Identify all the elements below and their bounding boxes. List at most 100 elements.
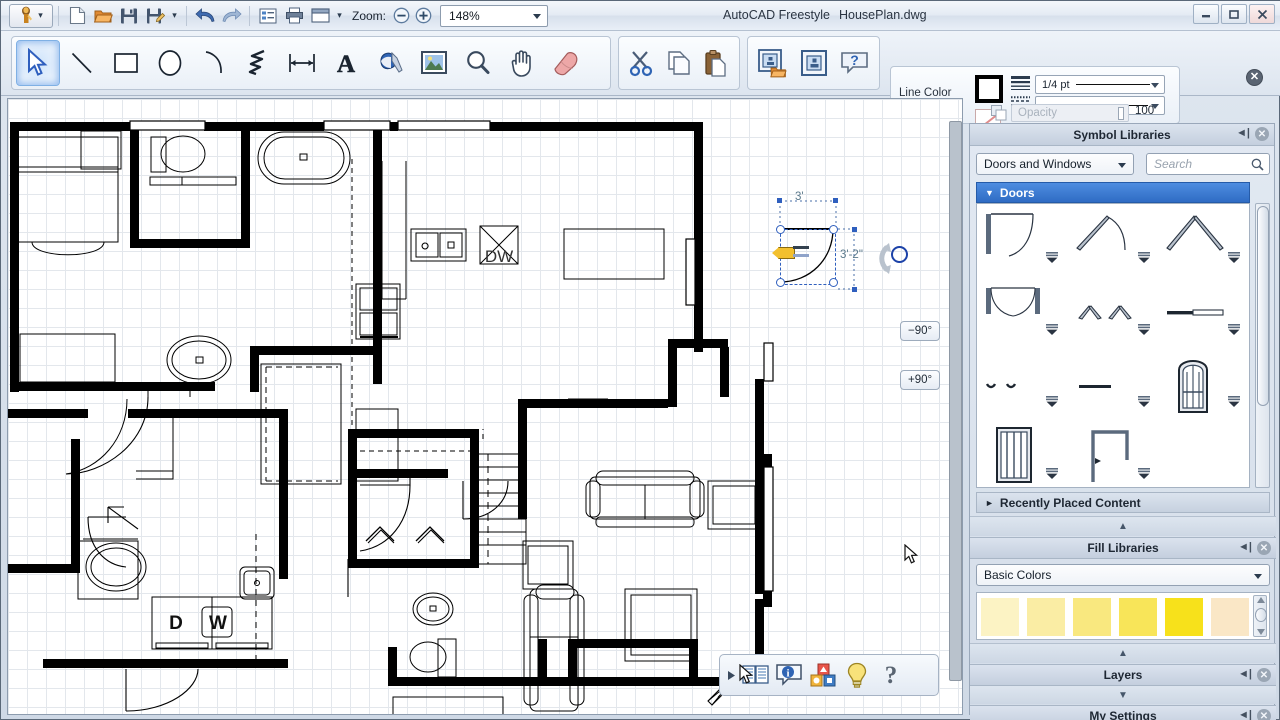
ellipse-tool[interactable] (148, 40, 192, 86)
flat-opening-dropdown[interactable] (1137, 396, 1151, 407)
cased-opening-dropdown[interactable] (1045, 396, 1059, 407)
close-symbol-libraries-button[interactable]: ✕ (1255, 127, 1269, 141)
paste-button[interactable] (698, 40, 735, 86)
layout-dropdown[interactable]: ▾ (333, 4, 346, 28)
fill-panel-scroll-up[interactable]: ▲ (970, 643, 1276, 663)
doors-category-header[interactable]: ▼ Doors (976, 182, 1250, 203)
rectangle-tool[interactable] (104, 40, 148, 86)
minimize-button[interactable] (1193, 4, 1219, 24)
symbol-panel-scroll-up[interactable]: ▲ (970, 516, 1276, 536)
cut-button[interactable] (623, 40, 660, 86)
help-question-button[interactable]: ? (874, 658, 908, 692)
close-window-button[interactable] (1249, 4, 1275, 24)
hinged-door-plan-symbol[interactable] (1087, 428, 1137, 488)
close-my-settings-button[interactable]: ✕ (1257, 709, 1271, 720)
fill-swatch-0[interactable] (981, 598, 1019, 636)
undo-button[interactable] (192, 4, 218, 28)
search-input[interactable]: Search (1146, 153, 1270, 175)
save-as-button[interactable] (142, 4, 168, 28)
new-file-button[interactable] (64, 4, 90, 28)
collapse-my-settings-button[interactable]: ◄| (1238, 709, 1252, 720)
close-layers-button[interactable]: ✕ (1257, 668, 1271, 682)
library-select-combobox[interactable]: Doors and Windows (976, 153, 1134, 175)
tips-button[interactable] (840, 658, 874, 692)
symbol-library-button[interactable] (793, 40, 834, 86)
fill-swatch-2[interactable] (1073, 598, 1111, 636)
select-tool[interactable] (16, 40, 60, 86)
bifold-door-dropdown[interactable] (1137, 252, 1151, 263)
cased-opening-symbol[interactable] (983, 376, 1045, 403)
open-file-button[interactable] (90, 4, 116, 28)
line-tool[interactable] (60, 40, 104, 86)
pan-tool[interactable] (500, 40, 544, 86)
print-button[interactable] (281, 4, 307, 28)
double-swing-door-dropdown[interactable] (1045, 324, 1059, 335)
symbol-grid-scrollbar[interactable] (1255, 203, 1270, 488)
zoom-level-combobox[interactable]: 148% (440, 5, 548, 27)
zoom-out-button[interactable] (390, 4, 412, 28)
panel-door-dropdown[interactable] (1045, 468, 1059, 479)
collapse-layers-button[interactable]: ◄| (1238, 668, 1252, 682)
recently-placed-content-header[interactable]: ► Recently Placed Content (976, 492, 1270, 513)
image-tool[interactable] (412, 40, 456, 86)
hinged-door-dropdown[interactable] (1137, 468, 1151, 479)
layers-expand-button[interactable]: ▼ (970, 686, 1276, 704)
symbol-grid-scroll-thumb[interactable] (1257, 206, 1269, 406)
double-bifold-small-symbol[interactable] (1075, 300, 1137, 335)
selection-handle-tl[interactable] (776, 225, 785, 234)
line-weight-icon[interactable] (1011, 76, 1030, 91)
close-ribbon-button[interactable]: ✕ (1246, 69, 1263, 86)
selection-handle-br[interactable] (829, 278, 838, 287)
selection-handle-bl[interactable] (776, 278, 785, 287)
drawing-canvas[interactable]: DW D W (7, 98, 963, 715)
collapse-fill-libraries-button[interactable]: ◄| (1238, 541, 1252, 555)
line-color-swatch[interactable] (975, 75, 1003, 103)
rotate-handle-icon[interactable] (891, 246, 908, 263)
fill-swatch-grid[interactable] (976, 592, 1270, 640)
canvas-vertical-scrollbar[interactable] (949, 121, 962, 681)
layout-button[interactable] (307, 4, 333, 28)
dimension-tool[interactable] (280, 40, 324, 86)
fill-tool[interactable] (368, 40, 412, 86)
collapse-symbol-libraries-button[interactable]: ◄| (1236, 127, 1250, 141)
application-menu-button[interactable]: ▾ (9, 4, 53, 28)
fill-swatch-scrollbar[interactable] (1253, 595, 1267, 637)
fill-swatch-1[interactable] (1027, 598, 1065, 636)
bifold-door-symbol[interactable] (1075, 210, 1137, 267)
bifold-double-door-dropdown[interactable] (1227, 252, 1241, 263)
copy-button[interactable] (660, 40, 697, 86)
save-as-dropdown[interactable]: ▾ (168, 4, 181, 28)
open-symbol-library-button[interactable] (752, 40, 793, 86)
my-settings-header[interactable]: My Settings ◄| ✕ (970, 705, 1276, 720)
floatbar-expand-button[interactable] (724, 658, 738, 692)
symbol-grid[interactable] (976, 203, 1250, 488)
zoom-in-button[interactable] (412, 4, 434, 28)
opacity-slider-field[interactable]: Opacity (1011, 104, 1129, 122)
fill-swatch-5[interactable] (1211, 598, 1249, 636)
triangle-down-icon[interactable] (1257, 629, 1265, 635)
double-bifold-small-dropdown[interactable] (1137, 324, 1151, 335)
arc-tool[interactable] (192, 40, 236, 86)
close-fill-libraries-button[interactable]: ✕ (1257, 541, 1271, 555)
bifold-double-door-symbol[interactable] (1165, 210, 1227, 267)
save-file-button[interactable] (116, 4, 142, 28)
fill-swatch-4[interactable] (1165, 598, 1203, 636)
opacity-thumb[interactable] (1118, 107, 1124, 120)
panel-door-elevation-symbol[interactable] (993, 426, 1035, 488)
rotate-ccw-button[interactable]: −90° (900, 321, 940, 341)
arched-door-dropdown[interactable] (1227, 396, 1241, 407)
info-button[interactable]: i (772, 658, 806, 692)
pocket-door-symbol[interactable] (1165, 302, 1227, 331)
content-browser-button[interactable] (738, 658, 772, 692)
pocket-door-dropdown[interactable] (1227, 324, 1241, 335)
properties-list-button[interactable] (255, 4, 281, 28)
text-tool[interactable]: A A (324, 40, 368, 86)
triangle-up-icon[interactable] (1257, 597, 1265, 603)
rotate-cw-button[interactable]: +90° (900, 370, 940, 390)
fill-library-select-combobox[interactable]: Basic Colors (976, 564, 1270, 586)
double-swing-door-symbol[interactable] (983, 286, 1045, 337)
fill-swatch-scroll-thumb[interactable] (1255, 608, 1267, 622)
learn-blocks-button[interactable] (806, 658, 840, 692)
maximize-button[interactable] (1221, 4, 1247, 24)
eraser-tool[interactable] (544, 40, 588, 86)
